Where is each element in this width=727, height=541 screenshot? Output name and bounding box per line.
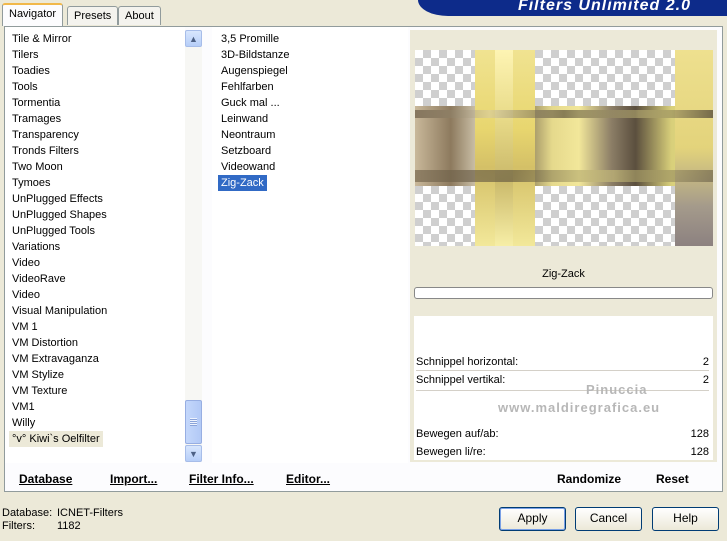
category-item[interactable]: VM Extravaganza bbox=[9, 351, 102, 367]
category-item[interactable]: UnPlugged Effects bbox=[9, 191, 106, 207]
import-button[interactable]: Import... bbox=[110, 472, 157, 486]
category-item[interactable]: VideoRave bbox=[9, 271, 69, 287]
filter-item[interactable]: Guck mal ... bbox=[218, 95, 283, 111]
category-item[interactable]: Transparency bbox=[9, 127, 82, 143]
category-item[interactable]: Two Moon bbox=[9, 159, 66, 175]
filter-item[interactable]: Fehlfarben bbox=[218, 79, 277, 95]
param-label-bewegen-auf-ab: Bewegen auf/ab: bbox=[416, 428, 499, 440]
param-value-schnippel-vertikal[interactable]: 2 bbox=[703, 374, 709, 386]
watermark-line-2: www.maldiregrafica.eu bbox=[498, 400, 661, 415]
preview-panel: Zig-Zack Schnippel horizontal: 2 Schnipp… bbox=[410, 30, 717, 462]
category-item[interactable]: UnPlugged Tools bbox=[9, 223, 98, 239]
category-item[interactable]: Variations bbox=[9, 239, 63, 255]
filter-item[interactable]: Zig-Zack bbox=[217, 174, 268, 192]
chevron-up-icon: ▲ bbox=[189, 33, 198, 44]
cancel-button[interactable]: Cancel bbox=[575, 507, 642, 531]
category-list[interactable]: Tile & Mirror Tilers Toadies Tools Tormentia… bbox=[5, 27, 185, 463]
category-scrollbar[interactable]: ▲ ▼ bbox=[185, 30, 202, 462]
parameter-box-4: Bewegen auf/ab: 128 Bewegen li/re: 128 bbox=[414, 426, 713, 460]
filter-item[interactable]: Setzboard bbox=[218, 143, 274, 159]
category-item[interactable]: UnPlugged Shapes bbox=[9, 207, 110, 223]
database-button[interactable]: Database bbox=[19, 472, 72, 486]
tab-presets[interactable]: Presets bbox=[67, 6, 119, 25]
database-value: ICNET-Filters bbox=[57, 507, 123, 519]
param-value-schnippel-horizontal[interactable]: 2 bbox=[703, 356, 709, 368]
category-item[interactable]: VM 1 bbox=[9, 319, 41, 335]
slider-schnippel-horizontal[interactable] bbox=[416, 370, 709, 371]
filter-item[interactable]: 3,5 Promille bbox=[218, 31, 282, 47]
category-item[interactable]: VM Distortion bbox=[9, 335, 81, 351]
param-value-bewegen-li-re[interactable]: 128 bbox=[691, 446, 709, 458]
progress-bar bbox=[414, 287, 713, 299]
category-item[interactable]: Video bbox=[9, 255, 43, 271]
filter-item[interactable]: 3D-Bildstanze bbox=[218, 47, 292, 63]
title-banner: Filters Unlimited 2.0 bbox=[418, 0, 727, 16]
banner-title: Filters Unlimited 2.0 bbox=[517, 0, 691, 14]
category-item[interactable]: °v° Kiwi`s Oelfilter bbox=[9, 431, 103, 447]
selected-filter-name: Zig-Zack bbox=[542, 268, 585, 280]
param-label-schnippel-vertikal: Schnippel vertikal: bbox=[416, 374, 506, 386]
category-item[interactable]: Tymoes bbox=[9, 175, 54, 191]
filter-info-button[interactable]: Filter Info... bbox=[189, 472, 254, 486]
slider-schnippel-vertikal[interactable] bbox=[416, 390, 709, 391]
category-item[interactable]: Tronds Filters bbox=[9, 143, 82, 159]
scroll-up-button[interactable]: ▲ bbox=[185, 30, 202, 47]
reset-button[interactable]: Reset bbox=[656, 472, 689, 486]
category-item[interactable]: Tools bbox=[9, 79, 41, 95]
filter-item[interactable]: Neontraum bbox=[218, 127, 278, 143]
filter-item[interactable]: Videowand bbox=[218, 159, 278, 175]
randomize-button[interactable]: Randomize bbox=[557, 472, 621, 486]
scroll-thumb[interactable] bbox=[185, 400, 202, 444]
category-item[interactable]: Video bbox=[9, 287, 43, 303]
apply-button[interactable]: Apply bbox=[499, 507, 566, 531]
category-item[interactable]: Toadies bbox=[9, 63, 53, 79]
filter-item[interactable]: Leinwand bbox=[218, 111, 271, 127]
category-item[interactable]: Willy bbox=[9, 415, 38, 431]
chevron-down-icon: ▼ bbox=[189, 448, 198, 459]
help-button[interactable]: Help bbox=[652, 507, 719, 531]
category-item[interactable]: VM1 bbox=[9, 399, 38, 415]
filters-count-value: 1182 bbox=[57, 520, 81, 532]
category-item[interactable]: Tile & Mirror bbox=[9, 31, 74, 47]
param-label-bewegen-li-re: Bewegen li/re: bbox=[416, 446, 486, 458]
category-item[interactable]: Visual Manipulation bbox=[9, 303, 110, 319]
category-item[interactable]: Tilers bbox=[9, 47, 41, 63]
category-item[interactable]: Tramages bbox=[9, 111, 64, 127]
watermark-line-1: Pinuccia bbox=[586, 382, 648, 397]
tab-about[interactable]: About bbox=[118, 6, 161, 25]
database-label: Database: bbox=[2, 507, 53, 519]
filters-count-label: Filters: bbox=[2, 520, 35, 532]
param-label-schnippel-horizontal: Schnippel horizontal: bbox=[416, 356, 519, 368]
category-item[interactable]: VM Stylize bbox=[9, 367, 67, 383]
scroll-down-button[interactable]: ▼ bbox=[185, 445, 202, 462]
tab-navigator[interactable]: Navigator bbox=[2, 3, 64, 26]
preview-image bbox=[415, 50, 713, 246]
editor-button[interactable]: Editor... bbox=[286, 472, 330, 486]
param-value-bewegen-auf-ab[interactable]: 128 bbox=[691, 428, 709, 440]
filter-list[interactable]: 3,5 Promille 3D-Bildstanze Augenspiegel Feh… bbox=[212, 27, 408, 463]
category-item[interactable]: Tormentia bbox=[9, 95, 63, 111]
filter-item[interactable]: Augenspiegel bbox=[218, 63, 291, 79]
category-item[interactable]: VM Texture bbox=[9, 383, 70, 399]
